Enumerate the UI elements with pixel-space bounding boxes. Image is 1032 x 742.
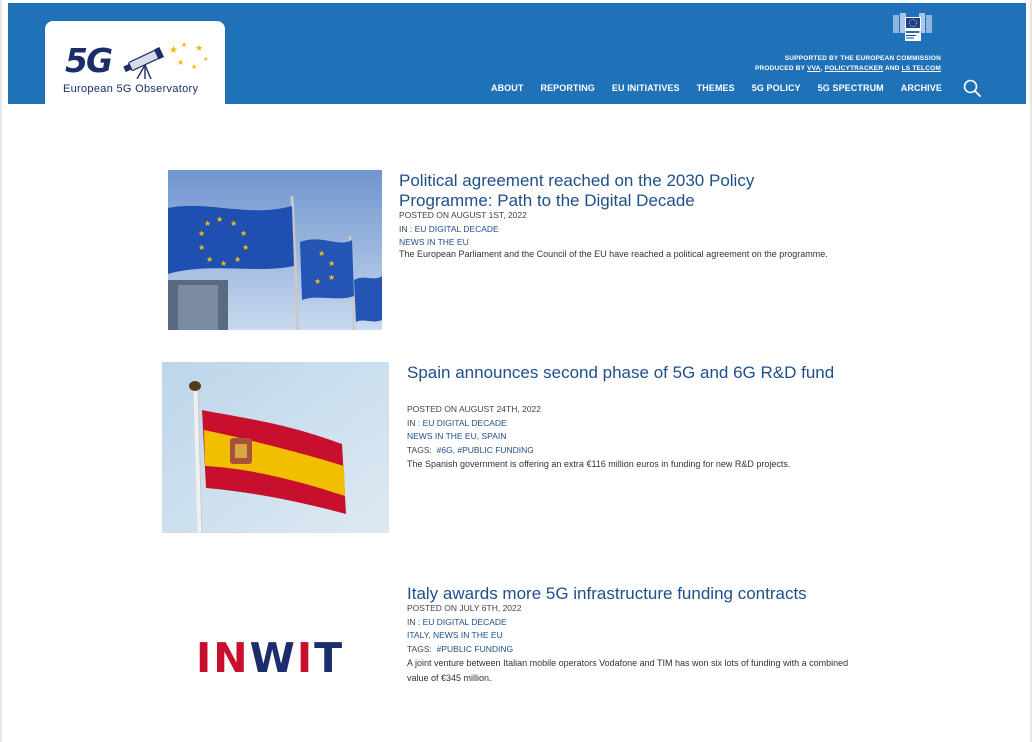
- article-image-spain-flag[interactable]: [162, 362, 389, 533]
- nav-reporting[interactable]: REPORTING: [540, 83, 594, 93]
- svg-text:★: ★: [181, 41, 187, 49]
- category-link[interactable]: EU DIGITAL DECADE: [415, 224, 499, 234]
- svg-text:★: ★: [195, 43, 203, 53]
- nav-about[interactable]: ABOUT: [491, 83, 524, 93]
- main-nav: ABOUT REPORTING EU INITIATIVES THEMES 5G…: [491, 83, 942, 93]
- search-icon[interactable]: [962, 78, 982, 98]
- vva-link[interactable]: VVA: [807, 65, 820, 72]
- article-image-eu-flags[interactable]: ★ ★★ ★★★ ★★★ ★ ★★★ ★: [168, 170, 382, 330]
- svg-text:★: ★: [198, 243, 205, 252]
- article-excerpt: A joint venture between Italian mobile o…: [407, 658, 849, 683]
- tag-links[interactable]: #PUBLIC FUNDING: [437, 644, 514, 654]
- svg-text:★: ★: [216, 215, 223, 224]
- article-excerpt: The Spanish government is offering an ex…: [407, 459, 791, 469]
- svg-text:★: ★: [240, 229, 247, 238]
- supported-by-text: SUPPORTED BY THE EUROPEAN COMMISSION PRO…: [754, 55, 941, 72]
- svg-text:★: ★: [230, 219, 237, 228]
- european-commission-logo: [883, 13, 941, 48]
- svg-text:★: ★: [177, 58, 184, 67]
- nav-themes[interactable]: THEMES: [697, 83, 735, 93]
- nav-eu-initiatives[interactable]: EU INITIATIVES: [612, 83, 680, 93]
- svg-text:★: ★: [198, 229, 205, 238]
- svg-text:★: ★: [206, 255, 213, 264]
- article-title[interactable]: Italy awards more 5G infrastructure fund…: [407, 584, 867, 604]
- posted-date: POSTED ON AUGUST 1ST, 2022: [399, 210, 527, 220]
- policytracker-link[interactable]: POLICYTRACKER: [825, 65, 884, 72]
- nav-5g-spectrum[interactable]: 5G SPECTRUM: [818, 83, 884, 93]
- subcategory-links[interactable]: ITALY, NEWS IN THE EU: [407, 629, 521, 643]
- svg-text:★: ★: [169, 45, 178, 56]
- article-excerpt: The European Parliament and the Council …: [399, 249, 828, 259]
- svg-text:★: ★: [191, 63, 197, 71]
- article-meta: POSTED ON AUGUST 1ST, 2022 IN : EU DIGIT…: [399, 209, 527, 250]
- svg-text:★: ★: [234, 255, 241, 264]
- svg-text:★: ★: [204, 219, 211, 228]
- svg-text:★: ★: [318, 249, 325, 258]
- svg-text:★: ★: [203, 56, 208, 63]
- ls-telcom-link[interactable]: LS TELCOM: [902, 65, 941, 72]
- nav-archive[interactable]: ARCHIVE: [901, 83, 942, 93]
- logo-mark: 5G: [65, 41, 113, 80]
- svg-text:★: ★: [242, 243, 249, 252]
- site-header: 5G ★ ★ ★ ★ ★ ★ European 5G Observatory S…: [8, 3, 1026, 105]
- article-title[interactable]: Spain announces second phase of 5G and 6…: [407, 363, 847, 383]
- nav-5g-policy[interactable]: 5G POLICY: [752, 83, 801, 93]
- article-meta: POSTED ON JULY 6TH, 2022 IN : EU DIGITAL…: [407, 603, 522, 654]
- article-title[interactable]: Political agreement reached on the 2030 …: [399, 171, 819, 211]
- tag-links[interactable]: #6G, #PUBLIC FUNDING: [437, 445, 534, 455]
- svg-text:★: ★: [328, 259, 335, 268]
- posted-date: POSTED ON JULY 6TH, 2022: [407, 603, 522, 613]
- article-image-inwit-logo[interactable]: INWIT: [196, 634, 376, 682]
- svg-text:★: ★: [328, 273, 335, 282]
- telescope-icon: ★ ★ ★ ★ ★ ★: [123, 41, 208, 79]
- category-link[interactable]: EU DIGITAL DECADE: [423, 418, 507, 428]
- site-logo[interactable]: 5G ★ ★ ★ ★ ★ ★ European 5G Observatory: [45, 21, 225, 105]
- article-meta: POSTED ON AUGUST 24TH, 2022 IN : EU DIGI…: [407, 404, 541, 455]
- category-link[interactable]: EU DIGITAL DECADE: [423, 617, 507, 627]
- posted-date: POSTED ON AUGUST 24TH, 2022: [407, 404, 541, 414]
- svg-text:★: ★: [314, 277, 321, 286]
- subcategory-links[interactable]: NEWS IN THE EU, SPAIN: [407, 430, 541, 444]
- svg-text:★: ★: [220, 259, 227, 268]
- inwit-logo-text: INWIT: [196, 634, 345, 682]
- logo-text: European 5G Observatory: [63, 83, 199, 95]
